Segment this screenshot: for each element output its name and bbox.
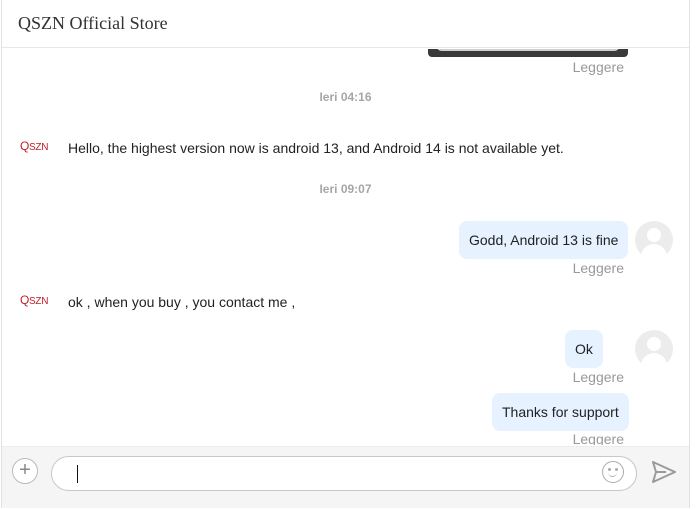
store-logo-icon: QSZN — [20, 293, 49, 307]
store-logo-icon: QSZN — [20, 139, 49, 153]
outgoing-message: Ok — [565, 330, 603, 368]
incoming-message: ok , when you buy , you contact me , — [68, 294, 296, 310]
timestamp: Ieri 09:07 — [319, 182, 372, 196]
read-receipt: Leggere — [572, 59, 624, 75]
store-title[interactable]: QSZN Official Store — [18, 13, 168, 34]
user-avatar-icon — [635, 221, 673, 259]
add-attachment-button[interactable]: + — [12, 458, 38, 484]
chat-header: QSZN Official Store — [2, 0, 689, 48]
send-icon[interactable] — [652, 461, 676, 483]
timestamp: Ieri 04:16 — [319, 90, 372, 104]
incoming-message: Hello, the highest version now is androi… — [68, 140, 564, 156]
read-receipt: Leggere — [572, 431, 624, 445]
user-avatar-icon — [635, 330, 673, 368]
outgoing-message: Thanks for support — [492, 393, 629, 431]
image-message-thumbnail[interactable] — [428, 49, 628, 57]
text-caret — [77, 465, 78, 483]
chat-window: QSZN Official Store Leggere Ieri 04:16 Q… — [1, 0, 690, 508]
message-input-box[interactable] — [51, 456, 637, 491]
emoji-icon[interactable] — [602, 461, 624, 483]
message-thread[interactable]: Leggere Ieri 04:16 QSZN Hello, the highe… — [2, 49, 689, 445]
outgoing-message: Godd, Android 13 is fine — [459, 221, 629, 259]
message-input[interactable] — [74, 463, 598, 485]
read-receipt: Leggere — [572, 369, 624, 385]
read-receipt: Leggere — [572, 260, 624, 276]
message-composer: + — [2, 446, 689, 508]
